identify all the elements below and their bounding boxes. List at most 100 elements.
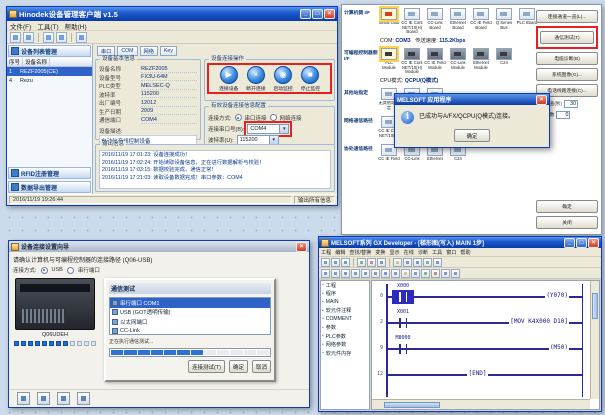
sidebar-section-export[interactable]: 数据导出管理 xyxy=(8,181,91,193)
menu-window[interactable]: 窗口 xyxy=(446,249,456,256)
convert-icon[interactable] xyxy=(423,258,432,267)
scroll-thumb[interactable] xyxy=(384,402,440,408)
ladder-contact[interactable]: X001 xyxy=(396,310,410,331)
monitor-mode-icon[interactable] xyxy=(451,269,460,278)
rising-pulse-icon[interactable] xyxy=(381,269,390,278)
connect-device-button[interactable]: ▶ xyxy=(220,66,238,84)
sidebar-section-device-list[interactable]: 设备列表管理 xyxy=(8,45,91,57)
project-tree-item[interactable]: 软元件注释 xyxy=(321,307,369,316)
serial-mode-radio[interactable] xyxy=(235,114,242,121)
end-instruction[interactable]: [END] xyxy=(467,370,487,377)
comment-icon[interactable] xyxy=(413,258,422,267)
close-button[interactable]: × xyxy=(588,238,599,248)
menu-find[interactable]: 查找/替换 xyxy=(349,249,371,256)
close-button[interactable]: × xyxy=(296,242,307,252)
pc-if-cclink-board[interactable]: CC-Link Board xyxy=(424,8,446,34)
system-image-button[interactable]: 系统图像(G)... xyxy=(536,68,598,81)
disconnect-icon[interactable] xyxy=(23,32,34,43)
pc-if-ethernet-board[interactable]: Ethernet Board xyxy=(447,8,469,34)
menu-help[interactable]: 帮助(H) xyxy=(65,21,87,31)
horizontal-line-icon[interactable] xyxy=(371,269,380,278)
msgbox-ok-button[interactable]: 确定 xyxy=(454,129,490,142)
find-icon[interactable] xyxy=(393,258,402,267)
message-title-bar[interactable]: MELSOFT 应用程序 × xyxy=(395,94,549,105)
horizontal-scrollbar[interactable] xyxy=(372,399,590,409)
falling-pulse-icon[interactable] xyxy=(391,269,400,278)
disconnect-device-button[interactable]: × xyxy=(247,66,265,84)
stop-monitor-button[interactable]: ■ xyxy=(301,66,319,84)
plc-if-ccie-cont-module[interactable]: CC IE Cont NET/10(H) Module xyxy=(401,48,423,74)
time-check-field[interactable]: 30 xyxy=(564,100,578,108)
ladder-rung[interactable]: 12 [END] xyxy=(372,361,589,385)
plc-if-c24-module[interactable]: C24 xyxy=(493,48,515,74)
close-icon[interactable]: × xyxy=(536,95,547,105)
cable-diagnosis-button[interactable]: 电缆诊断(B) xyxy=(536,52,598,65)
write-icon[interactable] xyxy=(56,32,67,43)
vertical-line-icon[interactable] xyxy=(361,269,370,278)
list-item[interactable]: USB (GOT透明传输) xyxy=(110,308,270,318)
pc-if-serial-usb[interactable]: Serial USB xyxy=(378,8,400,34)
interface-listbox[interactable]: 串行端口 COM1 USB (GOT透明传输) 以太网端口 CC-Link xyxy=(109,297,271,335)
plc-if-plc-module[interactable]: PLC Module xyxy=(378,48,400,74)
read-icon[interactable] xyxy=(43,32,54,43)
ladder-coil[interactable]: (M50) xyxy=(549,344,569,351)
ladder-rung[interactable]: 9 M8000 (M50) xyxy=(372,335,589,359)
menu-file[interactable]: 文件(F) xyxy=(10,21,31,31)
plc-if-ethernet-module[interactable]: Ethernet Module xyxy=(470,48,492,74)
application-instruction-icon[interactable] xyxy=(351,269,360,278)
menu-edit[interactable]: 编辑 xyxy=(335,249,345,256)
device-icon[interactable] xyxy=(37,392,50,405)
device-row[interactable]: 4 Rezu xyxy=(7,76,92,85)
cancel-button[interactable]: 取消 xyxy=(252,360,271,373)
ladder-rung[interactable]: 0 X000 (Y070) xyxy=(372,283,589,307)
network-mode-radio[interactable] xyxy=(270,114,277,121)
vertical-scrollbar[interactable] xyxy=(590,281,599,399)
menu-online[interactable]: 在线 xyxy=(404,249,414,256)
save-icon[interactable] xyxy=(341,258,350,267)
plc-if-cclink-module[interactable]: CC-Link Module xyxy=(447,48,469,74)
ladder-coil[interactable]: (Y070) xyxy=(545,292,569,299)
device-row[interactable]: 1 REZF2005(CE) xyxy=(7,67,92,76)
connection-test-button[interactable]: 连接测试(T) xyxy=(188,360,225,373)
maximize-button[interactable]: □ xyxy=(312,9,323,19)
project-tree-item[interactable]: PLC参数 xyxy=(321,332,369,341)
sidebar-section-rfid[interactable]: RFID注册管理 xyxy=(8,167,91,179)
project-tree-item[interactable]: 网络参数 xyxy=(321,341,369,350)
help-icon[interactable] xyxy=(433,258,442,267)
quick-tab-serial[interactable]: 串口 xyxy=(97,46,115,56)
project-tree-item[interactable]: 软元件内存 xyxy=(321,349,369,358)
monitor-icon[interactable] xyxy=(377,258,386,267)
retry-field[interactable]: 0 xyxy=(556,111,570,119)
project-tree-item[interactable]: COMMENT xyxy=(321,315,369,324)
pc-if-q-series-bus[interactable]: Q Series Bus xyxy=(493,8,515,34)
minimize-button[interactable]: _ xyxy=(300,9,311,19)
branch-icon[interactable] xyxy=(411,269,420,278)
minimize-button[interactable]: _ xyxy=(564,238,575,248)
delete-row-icon[interactable] xyxy=(431,269,440,278)
title-bar[interactable]: MELSOFT系列 GX Developer - [梯形图(写入) MAIN 1… xyxy=(319,237,601,248)
quick-tab-key[interactable]: Key xyxy=(160,46,177,56)
ladder-rung[interactable]: 2 X001 [MOV K4X000 D10] xyxy=(372,309,589,333)
com-port-dropdown[interactable]: COM4 ▼ xyxy=(247,124,289,134)
plc-if-ccie-field-module[interactable]: CC IE Field Module xyxy=(424,48,446,74)
pc-if-ccie-cont-board[interactable]: CC IE Cont NET/10(H) Board xyxy=(401,8,423,34)
closed-contact-icon[interactable] xyxy=(331,269,340,278)
project-tree-item[interactable]: 参数 xyxy=(321,324,369,333)
list-item[interactable]: CC-Link xyxy=(110,327,270,336)
ladder-editor[interactable]: 0 X000 (Y070) 2 X001 [MOV K4X000 D10] xyxy=(371,280,600,410)
start-monitor-button[interactable]: ◉ xyxy=(274,66,292,84)
coil-icon[interactable] xyxy=(341,269,350,278)
project-tree-item[interactable]: 工程 xyxy=(321,281,369,290)
edit-mode-icon[interactable] xyxy=(441,269,450,278)
log-box[interactable]: 2016/11/19 17:01:23: 设备连接成功！ 2016/11/19 … xyxy=(99,150,331,189)
menu-tools[interactable]: 工具(T) xyxy=(37,21,58,31)
pc-if-plc-board[interactable]: PLC Board xyxy=(516,8,538,34)
write-plc-icon[interactable] xyxy=(367,258,376,267)
ladder-contact[interactable]: X000 xyxy=(396,284,410,305)
ok-button[interactable]: 确定 xyxy=(229,360,248,373)
menu-convert[interactable]: 变换 xyxy=(375,249,385,256)
menu-project[interactable]: 工程 xyxy=(321,249,331,256)
communication-test-button[interactable]: 通信测试(T) xyxy=(540,31,594,44)
open-icon[interactable] xyxy=(331,258,340,267)
title-bar[interactable]: 设备连接设置向导 × xyxy=(9,241,309,252)
